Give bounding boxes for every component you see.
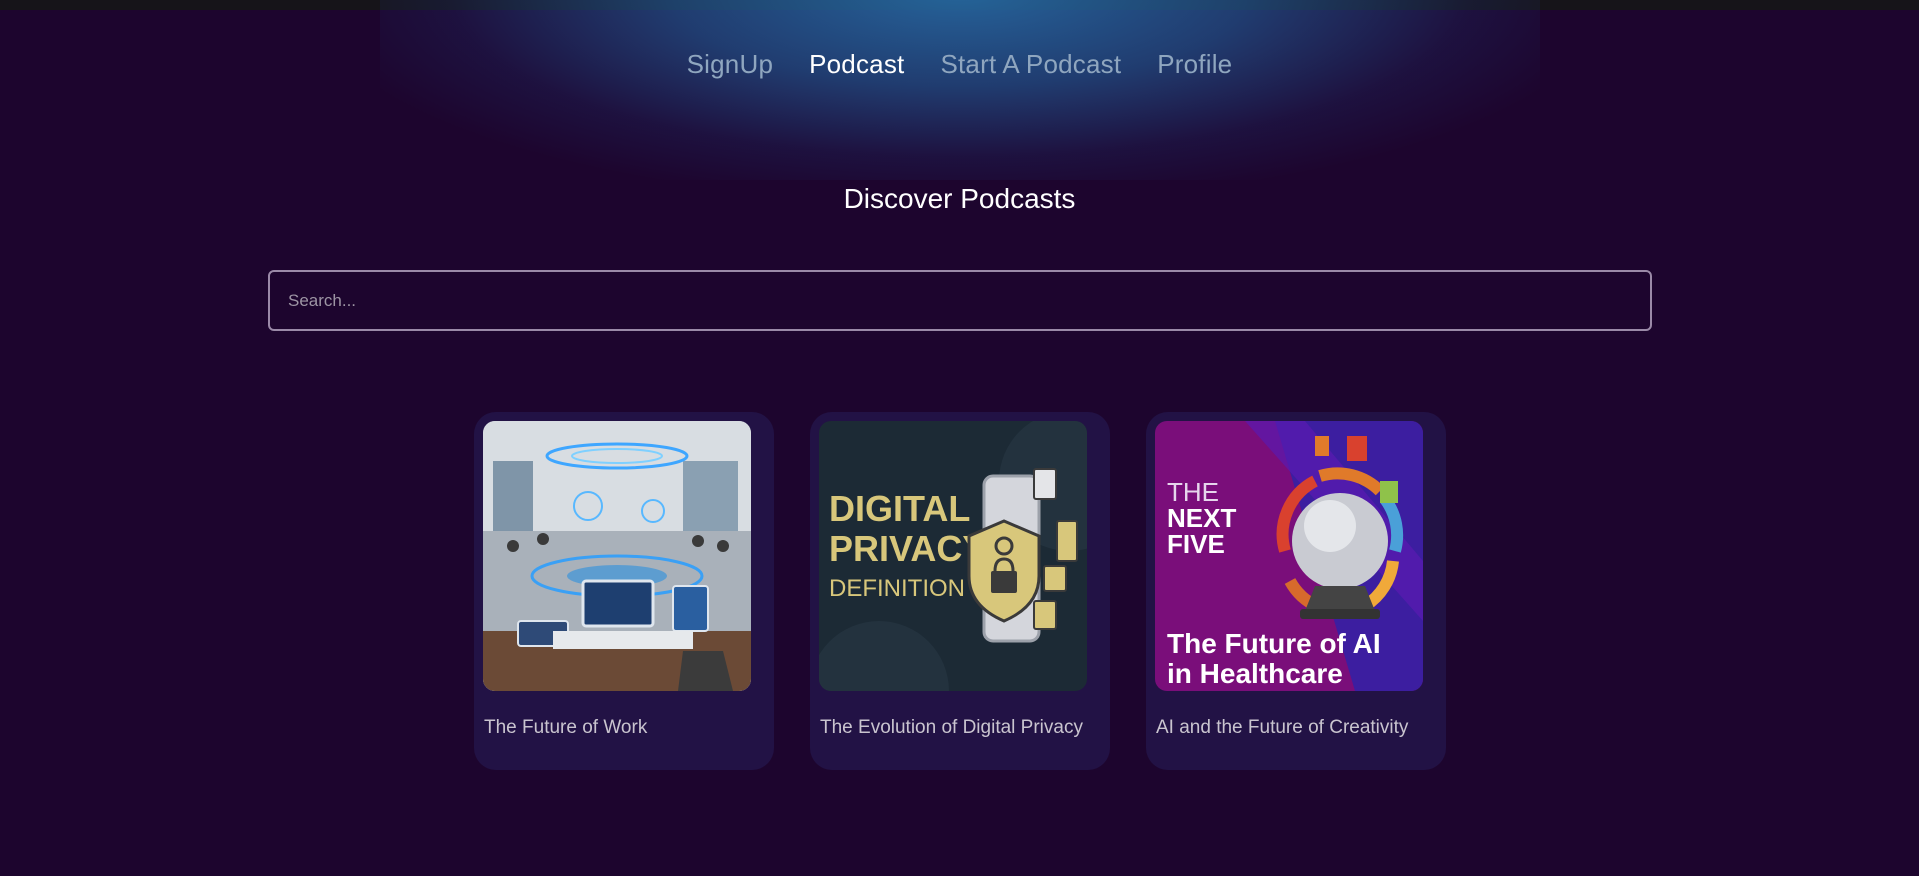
nav-signup-link[interactable]: SignUp [687,46,773,82]
page: SignUp Podcast Start A Podcast Profile D… [0,0,1919,876]
office-hologram-image [483,421,751,691]
podcast-card[interactable]: DIGITAL PRIVACY DEFINITION The Evolution… [810,412,1110,770]
image-text-digital: DIGITAL [829,488,970,529]
crystal-ball-image: THE NEXT FIVE The Future of AI in Health… [1155,421,1423,691]
podcast-card[interactable]: THE NEXT FIVE The Future of AI in Health… [1146,412,1446,770]
page-title: Discover Podcasts [843,183,1076,214]
podcast-grid: The Future of Work DIGITAL PRIVACY DEFIN… [474,412,1446,770]
podcast-card[interactable]: The Future of Work [474,412,774,770]
image-text-definition: DEFINITION [829,575,965,602]
image-text-five: FIVE [1167,529,1225,559]
main-nav: SignUp Podcast Start A Podcast Profile [0,46,1919,82]
nav-podcast-link[interactable]: Podcast [809,46,904,82]
search-input[interactable] [268,270,1652,331]
image-text-future-ai: The Future of AI [1167,628,1381,659]
nav-start-podcast-link[interactable]: Start A Podcast [940,46,1121,82]
browser-top-strip [0,0,1919,10]
nav-profile-link[interactable]: Profile [1157,46,1232,82]
image-text-healthcare: in Healthcare [1167,658,1343,689]
header-glow [380,0,1540,180]
image-text-privacy: PRIVACY [829,528,986,569]
podcast-title: The Evolution of Digital Privacy [820,717,1083,738]
podcast-title: The Future of Work [484,717,648,738]
digital-privacy-image: DIGITAL PRIVACY DEFINITION [819,421,1087,691]
podcast-title: AI and the Future of Creativity [1156,717,1409,738]
